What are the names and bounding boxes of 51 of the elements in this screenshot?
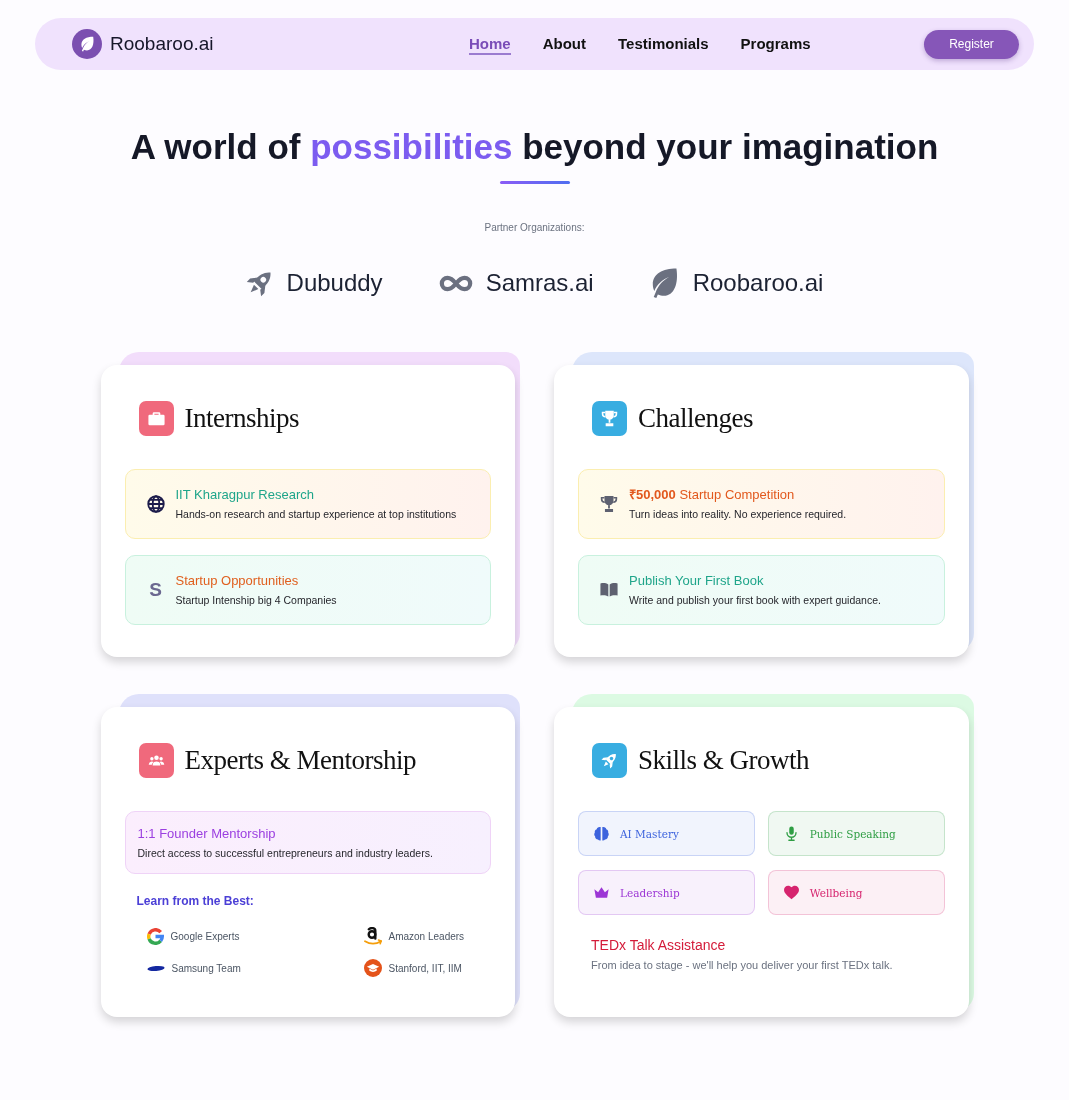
people-icon (138, 743, 174, 778)
globe-icon (146, 495, 165, 513)
expert-source-name: Samsung Team (171, 962, 241, 974)
highlight-title: TEDx Talk Assistance (591, 937, 726, 953)
feature-title: ₹50,000 Startup Competition (629, 487, 796, 503)
feature-title: Publish Your First Book (629, 573, 765, 589)
book-icon (600, 581, 618, 599)
register-button[interactable]: Register (924, 29, 1019, 59)
nav-link[interactable]: Programs (740, 33, 811, 55)
feature-title: Startup Opportunities (175, 573, 300, 589)
a-smile-logo-icon (363, 927, 382, 945)
nav-link[interactable]: Testimonials (618, 33, 709, 55)
partner-name: Samras.ai (485, 269, 594, 297)
brand-name: Roobaroo.ai (110, 33, 214, 55)
trophy-icon (600, 495, 618, 513)
graduation-cap-icon (363, 959, 382, 977)
card-title: Experts & Mentorship (184, 745, 416, 776)
leaf-icon (72, 29, 102, 59)
card-title: Skills & Growth (638, 745, 810, 776)
feature-title: 1:1 Founder Mentorship (137, 825, 277, 842)
partner-name: Roobaroo.ai (692, 269, 824, 297)
expert-source-name: Amazon Leaders (388, 930, 465, 942)
partner-label: Partner Organizations: (484, 222, 585, 234)
heading-underline (499, 181, 570, 184)
expert-source-name: Google Experts (170, 930, 240, 942)
nav-link[interactable]: Home (469, 33, 511, 55)
feature-title: IIT Kharagpur Research (175, 487, 315, 503)
card-title: Challenges (638, 403, 753, 434)
learn-heading: Learn from the Best: (136, 894, 254, 908)
g-logo-icon (146, 927, 164, 945)
oval-logo-icon (146, 964, 165, 972)
feature-description: Startup Intenship big 4 Companies (175, 594, 337, 607)
partner-name: Dubuddy (286, 269, 383, 297)
feature-description: Direct access to successful entrepreneurs and industry leaders. (137, 846, 433, 860)
feature-description: Turn ideas into reality. No experience required. (629, 508, 847, 521)
trophy-icon (592, 401, 627, 436)
briefcase-icon (138, 401, 174, 436)
letter-s-icon: S (146, 579, 165, 601)
nav-link[interactable]: About (542, 33, 586, 55)
skill-label: Wellbeing (809, 886, 863, 899)
feature-description: Write and publish your first book with expert guidance. (629, 594, 881, 607)
card-title: Internships (184, 403, 299, 434)
hero-heading: A world of possibilities beyond your imagination (130, 126, 939, 168)
highlight-description: From idea to stage - we'll help you deliver your first TEDx talk. (591, 959, 893, 971)
rocket-icon (592, 743, 627, 778)
skill-label: AI Mastery (620, 827, 679, 840)
skill-label: Leadership (620, 886, 680, 899)
feature-description: Hands-on research and startup experience at top institutions (175, 508, 457, 521)
expert-source-name: Stanford, IIT, IIM (388, 962, 462, 974)
infinity-icon (438, 274, 473, 292)
skill-label: Public Speaking (809, 827, 896, 840)
